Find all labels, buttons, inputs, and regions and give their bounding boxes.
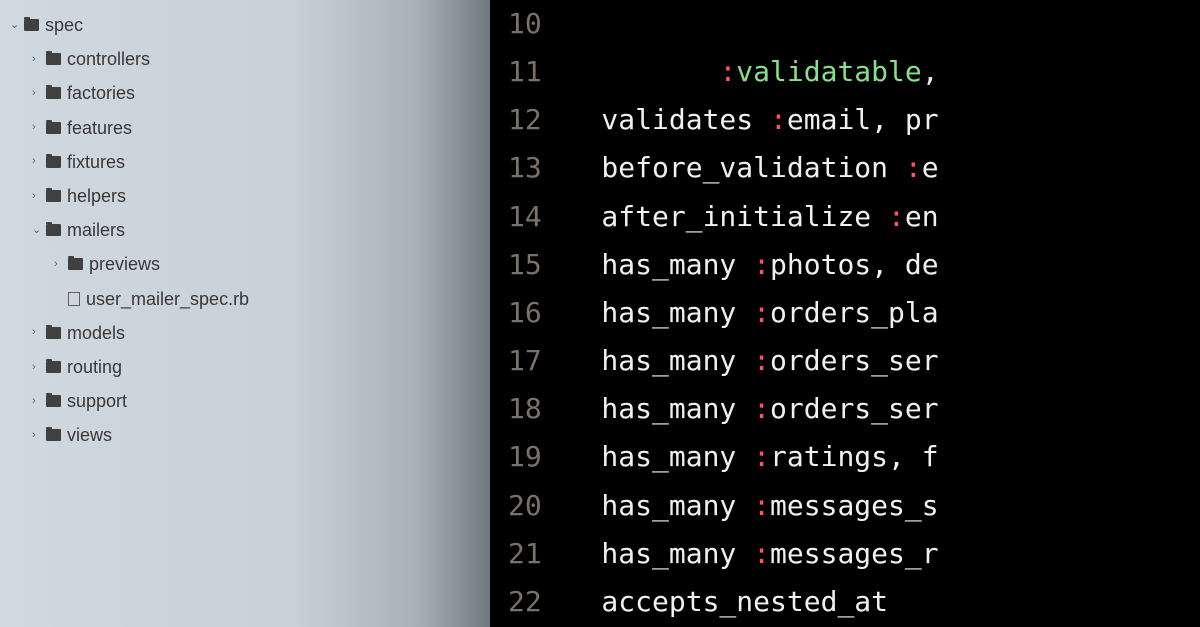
folder-icon bbox=[46, 122, 61, 134]
code-line[interactable]: has_many :orders_ser bbox=[568, 337, 1200, 385]
file-icon bbox=[68, 292, 80, 306]
line-number: 13 bbox=[508, 144, 542, 192]
tree-item-label: models bbox=[67, 316, 125, 350]
line-number: 15 bbox=[508, 241, 542, 289]
line-number: 18 bbox=[508, 385, 542, 433]
code-line[interactable]: has_many :orders_ser bbox=[568, 385, 1200, 433]
tree-folder[interactable]: › models bbox=[10, 316, 490, 350]
tree-folder[interactable]: › support bbox=[10, 384, 490, 418]
folder-icon bbox=[46, 87, 61, 99]
tree-folder[interactable]: › features bbox=[10, 111, 490, 145]
tree-folder[interactable]: › routing bbox=[10, 350, 490, 384]
tree-item-label: views bbox=[67, 418, 112, 452]
code-line[interactable]: :validatable, bbox=[568, 48, 1200, 96]
line-number-gutter: 10111213141516171819202122 bbox=[490, 0, 568, 627]
code-line[interactable] bbox=[568, 0, 1200, 48]
tree-item-label: spec bbox=[45, 8, 83, 42]
code-line[interactable]: has_many :orders_pla bbox=[568, 289, 1200, 337]
tree-item-label: mailers bbox=[67, 213, 125, 247]
tree-item-label: previews bbox=[89, 247, 160, 281]
line-number: 16 bbox=[508, 289, 542, 337]
tree-item-label: routing bbox=[67, 350, 122, 384]
tree-item-label: support bbox=[67, 384, 127, 418]
tree-item-label: controllers bbox=[67, 42, 150, 76]
file-tree-sidebar[interactable]: ⌄spec›controllers›factories›features›fix… bbox=[0, 0, 490, 627]
line-number: 20 bbox=[508, 482, 542, 530]
chevron-down-icon[interactable]: ⌄ bbox=[10, 15, 18, 36]
chevron-right-icon[interactable]: › bbox=[32, 117, 40, 138]
tree-folder[interactable]: › fixtures bbox=[10, 145, 490, 179]
chevron-right-icon[interactable]: › bbox=[32, 186, 40, 207]
tree-folder[interactable]: › factories bbox=[10, 76, 490, 110]
line-number: 19 bbox=[508, 433, 542, 481]
line-number: 14 bbox=[508, 193, 542, 241]
tree-item-label: features bbox=[67, 111, 132, 145]
code-content[interactable]: :validatable, validates :email, pr befor… bbox=[568, 0, 1200, 627]
chevron-down-icon[interactable]: ⌄ bbox=[32, 220, 40, 241]
tree-folder[interactable]: › previews bbox=[10, 247, 490, 281]
line-number: 21 bbox=[508, 530, 542, 578]
tree-item-label: factories bbox=[67, 76, 135, 110]
code-line[interactable]: has_many :messages_r bbox=[568, 530, 1200, 578]
line-number: 11 bbox=[508, 48, 542, 96]
folder-icon bbox=[46, 327, 61, 339]
chevron-right-icon[interactable]: › bbox=[32, 391, 40, 412]
chevron-right-icon[interactable]: › bbox=[32, 151, 40, 172]
code-line[interactable]: has_many :ratings, f bbox=[568, 433, 1200, 481]
tree-folder[interactable]: › controllers bbox=[10, 42, 490, 76]
tree-item-label: user_mailer_spec.rb bbox=[86, 282, 249, 316]
tree-folder[interactable]: ⌄ spec bbox=[10, 8, 490, 42]
tree-folder[interactable]: › views bbox=[10, 418, 490, 452]
code-line[interactable]: before_validation :e bbox=[568, 144, 1200, 192]
folder-icon bbox=[68, 258, 83, 270]
tree-file[interactable]: user_mailer_spec.rb bbox=[10, 282, 490, 316]
code-editor[interactable]: 10111213141516171819202122 :validatable,… bbox=[490, 0, 1200, 627]
folder-icon bbox=[46, 224, 61, 236]
folder-icon bbox=[46, 361, 61, 373]
folder-icon bbox=[46, 429, 61, 441]
code-line[interactable]: validates :email, pr bbox=[568, 96, 1200, 144]
line-number: 10 bbox=[508, 0, 542, 48]
folder-icon bbox=[24, 19, 39, 31]
code-line[interactable]: has_many :messages_s bbox=[568, 482, 1200, 530]
code-line[interactable]: after_initialize :en bbox=[568, 193, 1200, 241]
chevron-right-icon[interactable]: › bbox=[54, 254, 62, 275]
line-number: 17 bbox=[508, 337, 542, 385]
line-number: 22 bbox=[508, 578, 542, 626]
chevron-right-icon[interactable]: › bbox=[32, 49, 40, 70]
chevron-right-icon[interactable]: › bbox=[32, 83, 40, 104]
code-line[interactable]: accepts_nested_at bbox=[568, 578, 1200, 626]
code-line[interactable]: has_many :photos, de bbox=[568, 241, 1200, 289]
tree-item-label: helpers bbox=[67, 179, 126, 213]
tree-folder[interactable]: ⌄ mailers bbox=[10, 213, 490, 247]
chevron-right-icon[interactable]: › bbox=[32, 322, 40, 343]
folder-icon bbox=[46, 395, 61, 407]
tree-item-label: fixtures bbox=[67, 145, 125, 179]
tree-folder[interactable]: › helpers bbox=[10, 179, 490, 213]
chevron-right-icon[interactable]: › bbox=[32, 425, 40, 446]
chevron-right-icon[interactable]: › bbox=[32, 357, 40, 378]
folder-icon bbox=[46, 190, 61, 202]
folder-icon bbox=[46, 53, 61, 65]
line-number: 12 bbox=[508, 96, 542, 144]
folder-icon bbox=[46, 156, 61, 168]
